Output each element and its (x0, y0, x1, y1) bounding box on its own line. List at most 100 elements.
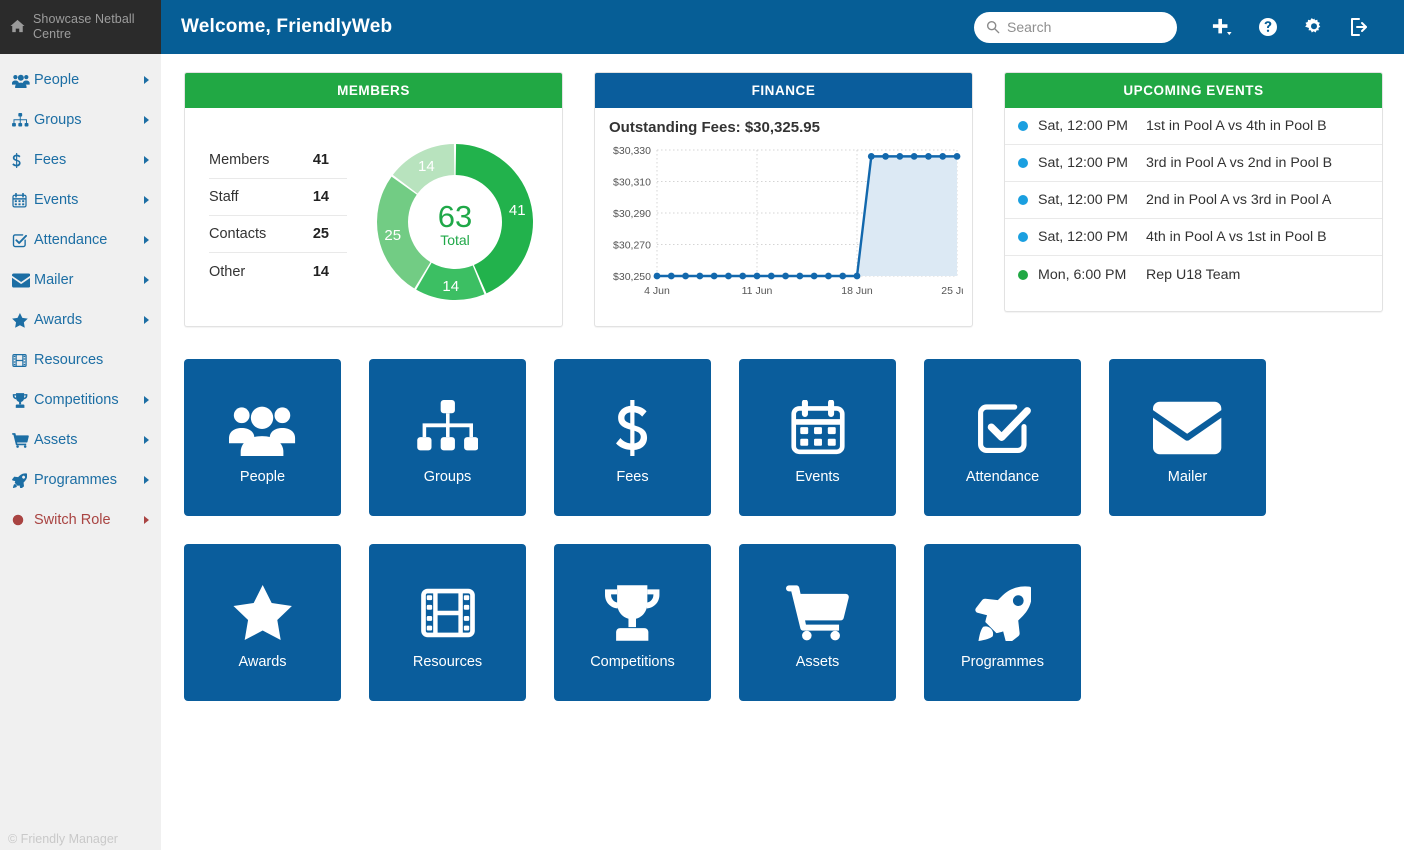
event-name: Rep U18 Team (1146, 267, 1369, 283)
x-axis-tick-label: 4 Jun (644, 285, 670, 297)
data-point[interactable] (854, 273, 861, 280)
data-point[interactable] (825, 273, 832, 280)
sidebar-item-groups[interactable]: Groups (0, 100, 161, 140)
tile-label: Events (795, 469, 839, 485)
data-point[interactable] (939, 153, 946, 160)
data-point[interactable] (796, 273, 803, 280)
sidebar-item-events[interactable]: Events (0, 180, 161, 220)
event-status-dot (1018, 232, 1028, 242)
chevron-right-icon (144, 156, 149, 164)
gear-icon[interactable] (1291, 5, 1337, 49)
donut-segment-label: 25 (384, 227, 401, 244)
sidebar-item-fees[interactable]: Fees (0, 140, 161, 180)
add-icon[interactable] (1199, 5, 1245, 49)
sidebar-item-switch-role[interactable]: Switch Role (0, 500, 161, 540)
data-point[interactable] (725, 273, 732, 280)
tile-awards[interactable]: Awards (184, 544, 341, 701)
search-box[interactable] (974, 12, 1177, 43)
members-stat-value: 14 (313, 189, 329, 205)
event-list-item[interactable]: Mon, 6:00 PMRep U18 Team (1005, 256, 1382, 293)
search-input[interactable] (1007, 14, 1165, 41)
tile-people[interactable]: People (184, 359, 341, 516)
data-point[interactable] (668, 273, 675, 280)
tile-mailer[interactable]: Mailer (1109, 359, 1266, 516)
upcoming-events-card: UPCOMING EVENTS Sat, 12:00 PM1st in Pool… (1004, 72, 1383, 312)
data-point[interactable] (896, 153, 903, 160)
y-axis-tick-label: $30,250 (613, 271, 651, 283)
members-stat-label: Contacts (209, 226, 266, 242)
envelope-icon (1153, 391, 1221, 465)
members-stat-row: Members41 (209, 142, 347, 179)
rocket-icon (12, 473, 34, 488)
rocket-icon (975, 576, 1031, 650)
chevron-right-icon (144, 436, 149, 444)
sidebar-item-label: Mailer (34, 272, 144, 288)
trophy-icon (602, 576, 662, 650)
search-icon (986, 20, 1000, 34)
data-point[interactable] (868, 153, 875, 160)
tile-attendance[interactable]: Attendance (924, 359, 1081, 516)
tile-events[interactable]: Events (739, 359, 896, 516)
sidebar-item-competitions[interactable]: Competitions (0, 380, 161, 420)
content-area: MEMBERS Members41Staff14Contacts25Other1… (161, 54, 1404, 701)
sidebar-item-mailer[interactable]: Mailer (0, 260, 161, 300)
sidebar-item-assets[interactable]: Assets (0, 420, 161, 460)
brand-header[interactable]: Showcase Netball Centre (0, 0, 161, 54)
sidebar-item-people[interactable]: People (0, 60, 161, 100)
data-point[interactable] (782, 273, 789, 280)
event-time: Sat, 12:00 PM (1038, 155, 1146, 171)
sidebar: Showcase Netball Centre People Groups Fe… (0, 0, 161, 850)
data-point[interactable] (711, 273, 718, 280)
data-point[interactable] (882, 153, 889, 160)
sitemap-icon (417, 391, 479, 465)
data-point[interactable] (954, 153, 961, 160)
tile-resources[interactable]: Resources (369, 544, 526, 701)
data-point[interactable] (811, 273, 818, 280)
sidebar-item-resources[interactable]: Resources (0, 340, 161, 380)
event-name: 1st in Pool A vs 4th in Pool B (1146, 118, 1369, 134)
data-point[interactable] (768, 273, 775, 280)
top-bar: Welcome, FriendlyWeb (161, 0, 1404, 54)
event-list-item[interactable]: Sat, 12:00 PM4th in Pool A vs 1st in Poo… (1005, 219, 1382, 256)
tile-programmes[interactable]: Programmes (924, 544, 1081, 701)
sidebar-item-label: Programmes (34, 472, 144, 488)
donut-segment-label: 41 (509, 202, 526, 219)
tile-groups[interactable]: Groups (369, 359, 526, 516)
data-point[interactable] (839, 273, 846, 280)
help-icon[interactable] (1245, 5, 1291, 49)
x-axis-tick-label: 11 Jun (742, 285, 773, 297)
tile-competitions[interactable]: Competitions (554, 544, 711, 701)
donut-center-label: Total (440, 232, 470, 248)
members-card: MEMBERS Members41Staff14Contacts25Other1… (184, 72, 563, 327)
main-area: Welcome, FriendlyWeb (161, 0, 1404, 850)
chevron-right-icon (144, 76, 149, 84)
members-card-title: MEMBERS (185, 73, 562, 108)
sidebar-item-attendance[interactable]: Attendance (0, 220, 161, 260)
members-stat-row: Contacts25 (209, 216, 347, 253)
tile-fees[interactable]: Fees (554, 359, 711, 516)
event-list-item[interactable]: Sat, 12:00 PM2nd in Pool A vs 3rd in Poo… (1005, 182, 1382, 219)
data-point[interactable] (911, 153, 918, 160)
film-icon (12, 353, 34, 368)
brand-title: Showcase Netball Centre (33, 12, 151, 42)
data-point[interactable] (682, 273, 689, 280)
tile-assets[interactable]: Assets (739, 544, 896, 701)
donut-center-total: 63 (438, 199, 472, 234)
data-point[interactable] (739, 273, 746, 280)
x-axis-tick-label: 18 Jun (841, 285, 873, 297)
tile-label: Awards (238, 654, 286, 670)
sidebar-item-label: Fees (34, 152, 144, 168)
event-list-item[interactable]: Sat, 12:00 PM3rd in Pool A vs 2nd in Poo… (1005, 145, 1382, 182)
area-fill (657, 156, 957, 276)
page-title: Welcome, FriendlyWeb (181, 16, 392, 38)
data-point[interactable] (696, 273, 703, 280)
sidebar-item-awards[interactable]: Awards (0, 300, 161, 340)
y-axis-tick-label: $30,330 (613, 145, 651, 157)
data-point[interactable] (925, 153, 932, 160)
data-point[interactable] (654, 273, 661, 280)
logout-icon[interactable] (1337, 5, 1383, 49)
data-point[interactable] (754, 273, 761, 280)
event-list-item[interactable]: Sat, 12:00 PM1st in Pool A vs 4th in Poo… (1005, 108, 1382, 145)
sidebar-item-programmes[interactable]: Programmes (0, 460, 161, 500)
event-name: 4th in Pool A vs 1st in Pool B (1146, 229, 1369, 245)
